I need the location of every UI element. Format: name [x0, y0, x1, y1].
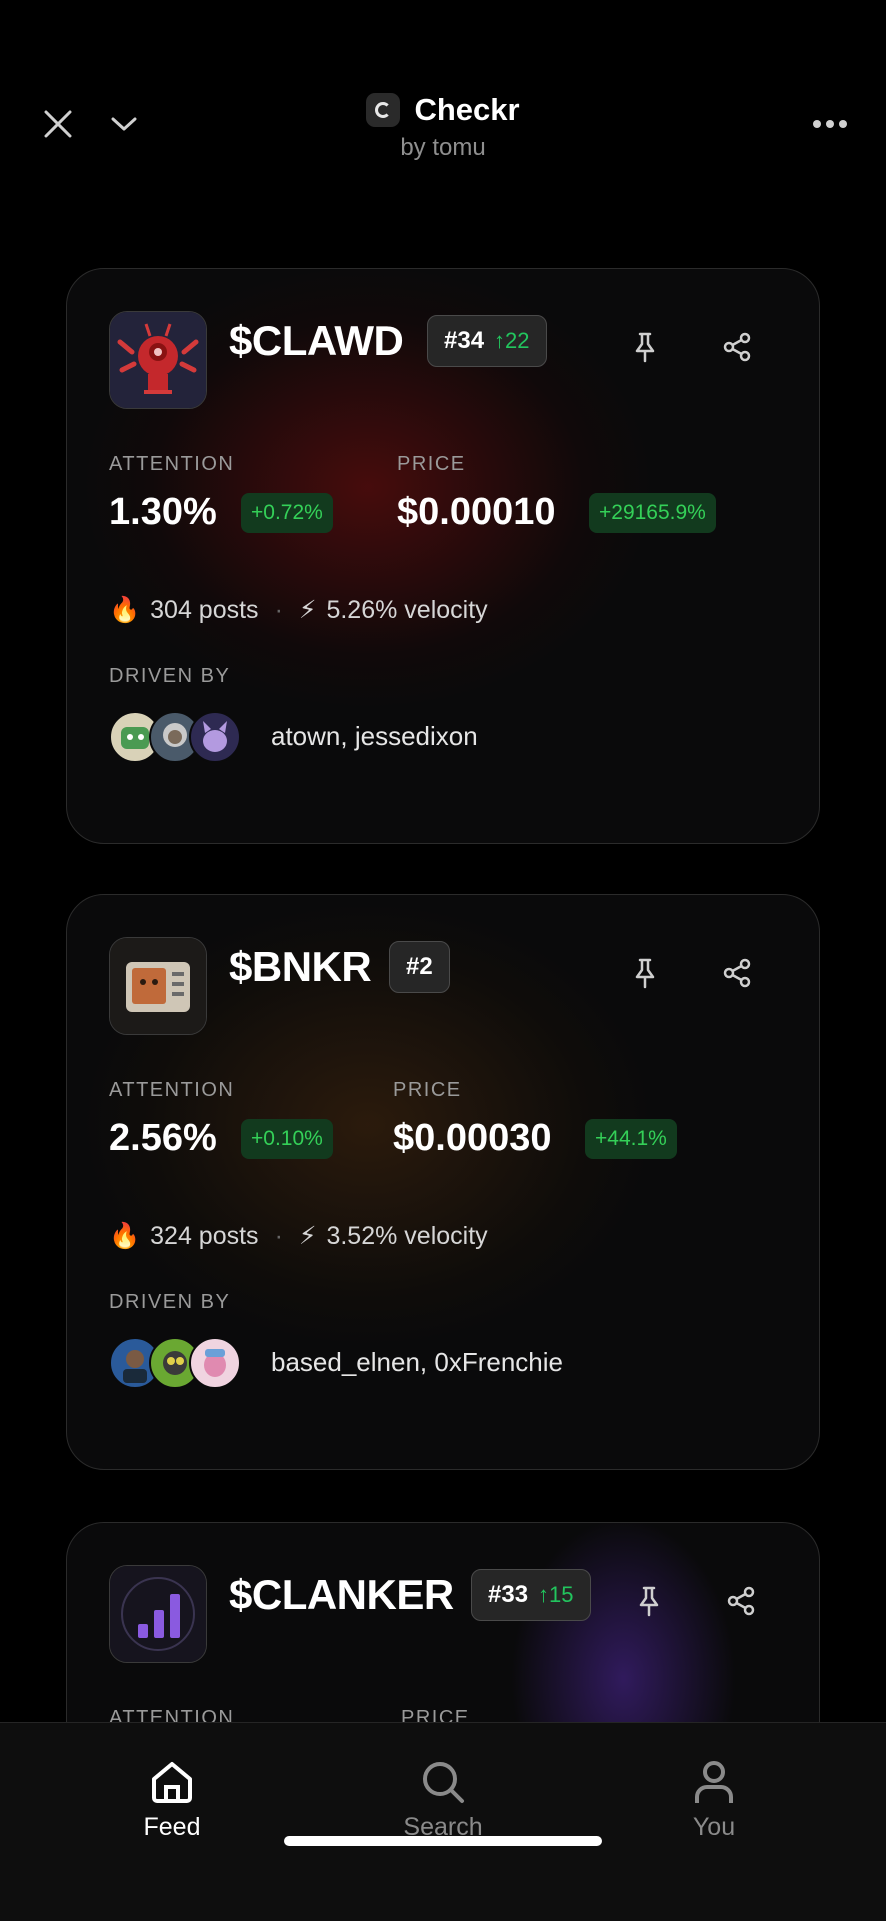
price-label: PRICE — [393, 1079, 462, 1101]
search-icon — [423, 1762, 464, 1803]
share-icon — [723, 958, 751, 988]
drivers-list: based_elnen, 0xFrenchie — [271, 1347, 563, 1377]
app-logo-icon — [366, 93, 401, 127]
token-avatar — [109, 1565, 207, 1663]
rank-value: #34 — [444, 327, 485, 354]
app-title: Checkr — [414, 92, 520, 127]
home-icon — [152, 1762, 192, 1803]
price-value: $0.00030 — [393, 1117, 552, 1159]
nav-you[interactable]: You — [634, 1757, 794, 1842]
rank-badge: #2 — [389, 941, 450, 993]
pin-icon — [635, 332, 655, 363]
price-change-badge: +44.1% — [585, 1119, 677, 1159]
lightning-icon: ⚡ — [298, 1222, 317, 1250]
rank-badge: #33 ↑15 — [471, 1569, 591, 1621]
attention-label: ATTENTION — [109, 453, 235, 475]
price-value: $0.00010 — [397, 491, 556, 533]
nav-feed[interactable]: Feed — [92, 1757, 252, 1842]
token-ticker: $CLANKER — [229, 1571, 454, 1618]
attention-value: 1.30% — [109, 491, 217, 533]
fire-icon: 🔥 — [109, 1221, 141, 1250]
share-button[interactable] — [717, 953, 757, 993]
token-avatar — [109, 937, 207, 1035]
rank-change: ↑15 — [538, 1582, 574, 1607]
user-icon — [695, 1761, 733, 1803]
share-button[interactable] — [721, 1581, 761, 1621]
posts-count: 304 posts — [150, 595, 259, 624]
attention-change-badge: +0.72% — [241, 493, 333, 533]
posts-count: 324 posts — [150, 1221, 259, 1250]
stats-row: 🔥 324 posts · ⚡ 3.52% velocity — [109, 1221, 488, 1251]
bottom-navigation: Feed Search You — [0, 1722, 886, 1921]
app-title-group: Checkr — [0, 92, 886, 128]
velocity: 5.26% velocity — [326, 595, 488, 624]
price-change-badge: +29165.9% — [589, 493, 716, 533]
attention-label: ATTENTION — [109, 1079, 235, 1101]
avatar — [189, 1337, 241, 1389]
pin-button[interactable] — [625, 327, 665, 367]
pin-icon — [639, 1586, 659, 1617]
pin-button[interactable] — [629, 1581, 669, 1621]
driven-by-label: DRIVEN BY — [109, 1291, 231, 1313]
lightning-icon: ⚡ — [298, 596, 317, 624]
nav-you-label: You — [692, 1813, 736, 1841]
more-options-button[interactable] — [808, 104, 852, 144]
stats-row: 🔥 304 posts · ⚡ 5.26% velocity — [109, 595, 488, 625]
pin-button[interactable] — [625, 953, 665, 993]
share-icon — [727, 1586, 755, 1616]
rank-value: #2 — [406, 953, 433, 980]
fire-icon: 🔥 — [109, 595, 141, 624]
nav-search[interactable]: Search — [363, 1757, 523, 1842]
token-card[interactable]: $BNKR #2 ATTENTION 2.56% +0.10% PRICE $0… — [66, 894, 820, 1470]
driven-by-label: DRIVEN BY — [109, 665, 231, 687]
home-indicator[interactable] — [284, 1836, 602, 1846]
driver-avatars — [109, 1337, 249, 1389]
driver-avatars — [109, 711, 249, 763]
avatar — [189, 711, 241, 763]
share-icon — [723, 332, 751, 362]
attention-value: 2.56% — [109, 1117, 217, 1159]
drivers-list: atown, jessedixon — [271, 721, 478, 751]
separator: · — [274, 1221, 283, 1250]
share-button[interactable] — [717, 327, 757, 367]
rank-value: #33 — [488, 1581, 529, 1608]
token-avatar — [109, 311, 207, 409]
velocity: 3.52% velocity — [326, 1221, 488, 1250]
app-subtitle: by tomu — [400, 134, 486, 161]
token-card[interactable]: $CLAWD #34 ↑22 ATTENTION 1.30% +0.72% PR… — [66, 268, 820, 844]
nav-feed-label: Feed — [143, 1813, 201, 1841]
token-ticker: $BNKR — [229, 943, 372, 990]
more-horizontal-icon — [813, 120, 847, 128]
app-header: Checkr by tomu — [0, 0, 886, 200]
token-ticker: $CLAWD — [229, 317, 404, 364]
attention-change-badge: +0.10% — [241, 1119, 333, 1159]
rank-badge: #34 ↑22 — [427, 315, 547, 367]
pin-icon — [635, 958, 655, 989]
rank-change: ↑22 — [494, 328, 530, 353]
separator: · — [274, 595, 283, 624]
price-label: PRICE — [397, 453, 466, 475]
